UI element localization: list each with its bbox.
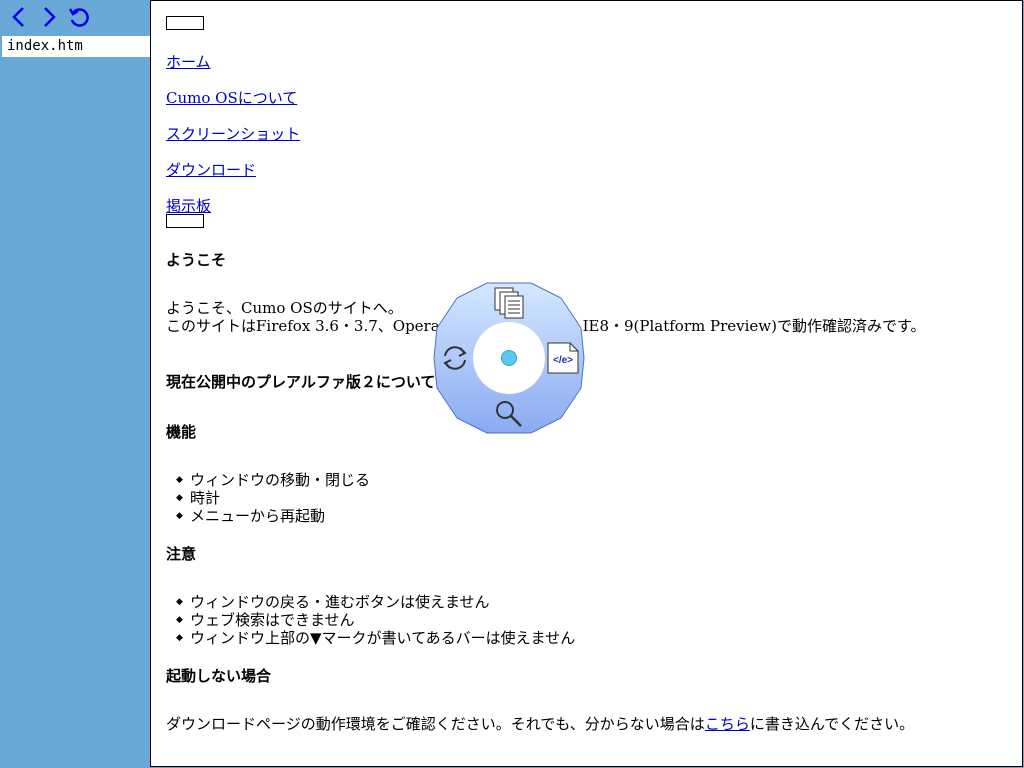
copy-pages-icon (494, 287, 524, 319)
boot-link[interactable]: こちら (705, 715, 750, 733)
forward-button[interactable] (36, 4, 62, 30)
back-button[interactable] (6, 4, 32, 30)
search-icon (496, 401, 522, 427)
list-item: ウィンドウ上部の▼マークが書いてあるバーは使えません (176, 629, 575, 647)
copy-pages-button[interactable] (491, 284, 527, 320)
boot-text-before: ダウンロードページの動作環境をご確認ください。それでも、分からない場合は (166, 715, 705, 733)
boot-text: ダウンロードページの動作環境をご確認ください。それでも、分からない場合はこちらに… (166, 715, 914, 733)
alpha-heading: 現在公開中のプレアルファ版２について (166, 373, 436, 391)
nav-link-screenshots[interactable]: スクリーンショット (166, 123, 300, 144)
list-item: メニューから再起動 (176, 507, 370, 525)
features-list: ウィンドウの移動・閉じる 時計 メニューから再起動 (176, 471, 370, 525)
nav-link-home[interactable]: ホーム (166, 51, 211, 72)
features-heading: 機能 (166, 423, 197, 441)
radial-menu: </e> (433, 282, 585, 434)
refresh-button[interactable] (437, 340, 473, 376)
source-icon-label: </e> (553, 355, 573, 366)
boot-heading: 起動しない場合 (166, 667, 272, 685)
empty-box-bottom (166, 214, 204, 228)
reload-button[interactable] (66, 4, 92, 30)
view-source-button[interactable]: </e> (545, 340, 581, 376)
reload-icon (68, 8, 89, 27)
welcome-heading: ようこそ (166, 251, 227, 269)
sidebar: index.htm (0, 0, 150, 768)
nav-link-bbs[interactable]: 掲示板 (166, 195, 211, 216)
boot-text-after: に書き込んでください。 (749, 715, 915, 733)
nav-link-download[interactable]: ダウンロード (166, 159, 256, 180)
list-item: ウェブ検索はできません (176, 611, 575, 629)
tab-index[interactable]: index.htm (2, 36, 150, 57)
list-item: ウィンドウの移動・閉じる (176, 471, 370, 489)
nav-link-about[interactable]: Cumo OSについて (166, 87, 297, 108)
list-item: 時計 (176, 489, 370, 507)
list-item: ウィンドウの戻る・進むボタンは使えません (176, 593, 575, 611)
empty-box-top (166, 16, 204, 30)
source-code-icon: </e> (547, 342, 579, 374)
nav-buttons (6, 4, 92, 30)
chevron-right-icon (44, 7, 56, 27)
radial-menu-center[interactable] (473, 322, 545, 394)
search-button[interactable] (491, 396, 527, 432)
chevron-left-icon (12, 7, 24, 27)
refresh-icon (443, 346, 467, 370)
welcome-line-1: ようこそ、Cumo OSのサイトへ。 (166, 299, 403, 317)
page-content: ホーム Cumo OSについて スクリーンショット ダウンロード 掲示板 ようこ… (150, 0, 1023, 767)
notes-list: ウィンドウの戻る・進むボタンは使えません ウェブ検索はできません ウィンドウ上部… (176, 593, 575, 647)
notes-heading: 注意 (166, 545, 197, 563)
center-dot-icon (501, 350, 517, 366)
